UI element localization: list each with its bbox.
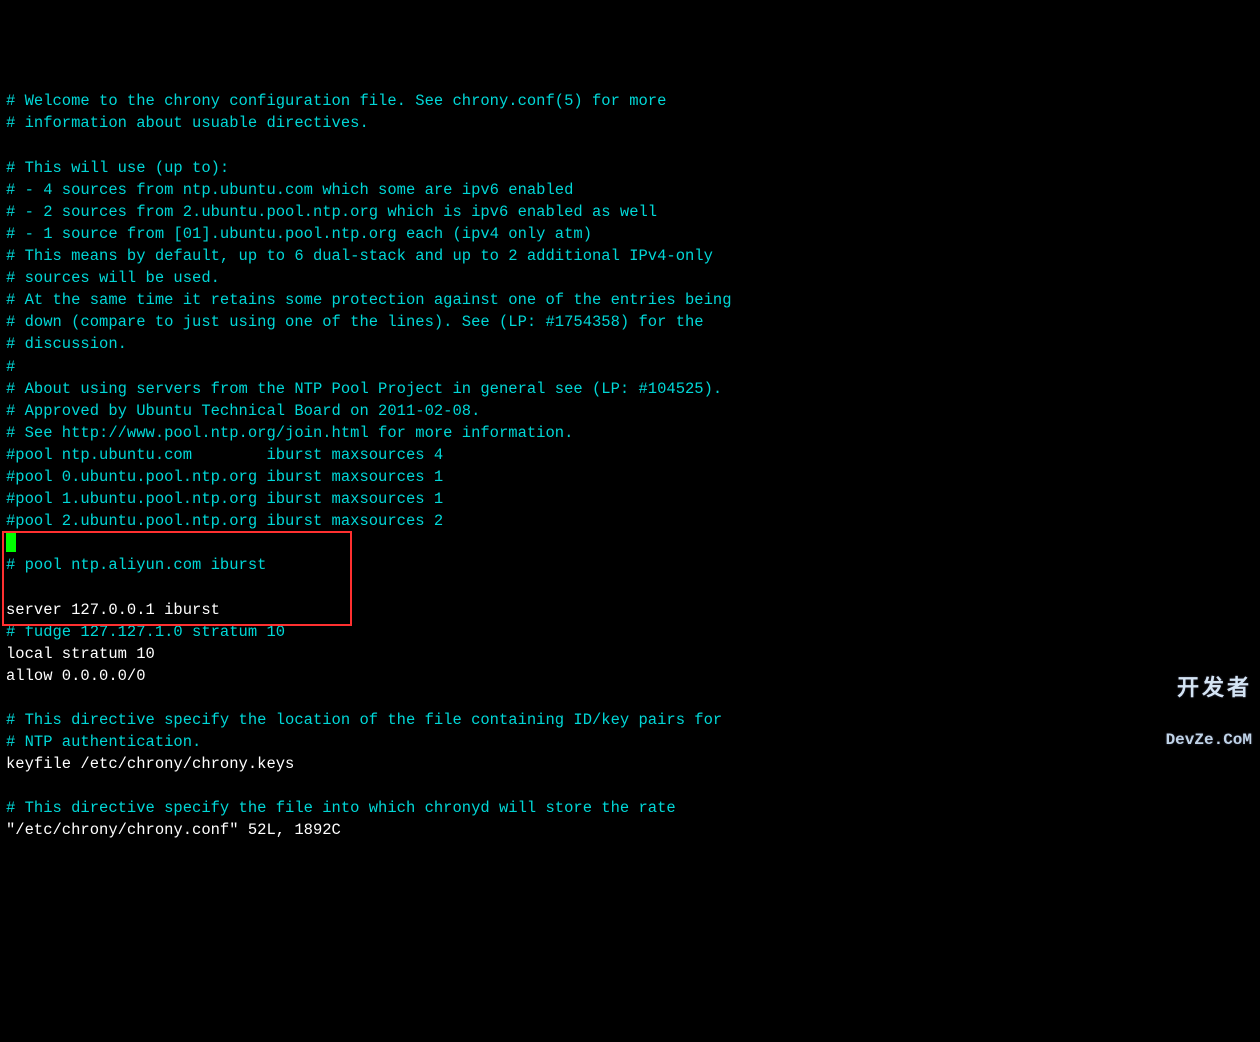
terminal-text: allow 0.0.0.0/0 xyxy=(6,667,146,685)
terminal-line: #pool 2.ubuntu.pool.ntp.org iburst maxso… xyxy=(6,510,1254,532)
terminal-line: # fudge 127.127.1.0 stratum 10 xyxy=(6,621,1254,643)
terminal-line: # sources will be used. xyxy=(6,267,1254,289)
terminal-line: # Approved by Ubuntu Technical Board on … xyxy=(6,400,1254,422)
terminal-text: # This directive specify the location of… xyxy=(6,711,722,729)
terminal-line: # xyxy=(6,356,1254,378)
terminal-text xyxy=(6,578,15,596)
terminal-line: "/etc/chrony/chrony.conf" 52L, 1892C xyxy=(6,819,1254,841)
terminal-text: # At the same time it retains some prote… xyxy=(6,291,732,309)
terminal-line: # - 1 source from [01].ubuntu.pool.ntp.o… xyxy=(6,223,1254,245)
terminal-text: # - 2 sources from 2.ubuntu.pool.ntp.org… xyxy=(6,203,657,221)
terminal-line: keyfile /etc/chrony/chrony.keys xyxy=(6,753,1254,775)
terminal-text: #pool 0.ubuntu.pool.ntp.org iburst maxso… xyxy=(6,468,443,486)
terminal-text: keyfile /etc/chrony/chrony.keys xyxy=(6,755,294,773)
terminal-text: # xyxy=(6,358,15,376)
terminal-text: # discussion. xyxy=(6,335,127,353)
terminal-text xyxy=(6,689,15,707)
terminal-text: # Welcome to the chrony configuration fi… xyxy=(6,92,666,110)
terminal-line: # At the same time it retains some prote… xyxy=(6,289,1254,311)
terminal-text: # pool ntp.aliyun.com iburst xyxy=(6,556,266,574)
terminal-text: server 127.0.0.1 iburst xyxy=(6,601,220,619)
terminal-text: # fudge 127.127.1.0 stratum 10 xyxy=(6,623,285,641)
terminal-text: # This will use (up to): xyxy=(6,159,229,177)
terminal-line: # See http://www.pool.ntp.org/join.html … xyxy=(6,422,1254,444)
terminal-line: # About using servers from the NTP Pool … xyxy=(6,378,1254,400)
terminal-line xyxy=(6,135,1254,157)
terminal-text: "/etc/chrony/chrony.conf" 52L, 1892C xyxy=(6,821,341,839)
terminal-text: # Approved by Ubuntu Technical Board on … xyxy=(6,402,480,420)
terminal-viewport[interactable]: # Welcome to the chrony configuration fi… xyxy=(0,88,1260,843)
terminal-text: # - 4 sources from ntp.ubuntu.com which … xyxy=(6,181,573,199)
terminal-line: #pool ntp.ubuntu.com iburst maxsources 4 xyxy=(6,444,1254,466)
terminal-line: # discussion. xyxy=(6,333,1254,355)
terminal-line: # pool ntp.aliyun.com iburst xyxy=(6,554,1254,576)
terminal-line xyxy=(6,576,1254,598)
terminal-text: # See http://www.pool.ntp.org/join.html … xyxy=(6,424,573,442)
terminal-text: #pool 1.ubuntu.pool.ntp.org iburst maxso… xyxy=(6,490,443,508)
terminal-text xyxy=(6,137,15,155)
terminal-line: # NTP authentication. xyxy=(6,731,1254,753)
terminal-line: #pool 1.ubuntu.pool.ntp.org iburst maxso… xyxy=(6,488,1254,510)
cursor-block xyxy=(6,532,16,552)
terminal-line: # information about usuable directives. xyxy=(6,112,1254,134)
terminal-line: # This means by default, up to 6 dual-st… xyxy=(6,245,1254,267)
terminal-text xyxy=(6,777,15,795)
terminal-text: # About using servers from the NTP Pool … xyxy=(6,380,722,398)
terminal-line: # Welcome to the chrony configuration fi… xyxy=(6,90,1254,112)
terminal-text: #pool 2.ubuntu.pool.ntp.org iburst maxso… xyxy=(6,512,443,530)
terminal-text: # sources will be used. xyxy=(6,269,220,287)
terminal-line: # - 2 sources from 2.ubuntu.pool.ntp.org… xyxy=(6,201,1254,223)
terminal-line: # down (compare to just using one of the… xyxy=(6,311,1254,333)
terminal-text: local stratum 10 xyxy=(6,645,155,663)
terminal-line xyxy=(6,532,1254,554)
terminal-line: #pool 0.ubuntu.pool.ntp.org iburst maxso… xyxy=(6,466,1254,488)
terminal-line: server 127.0.0.1 iburst xyxy=(6,599,1254,621)
terminal-line: # This directive specify the file into w… xyxy=(6,797,1254,819)
terminal-line: allow 0.0.0.0/0 xyxy=(6,665,1254,687)
terminal-text: # This directive specify the file into w… xyxy=(6,799,676,817)
terminal-line: local stratum 10 xyxy=(6,643,1254,665)
terminal-text: #pool ntp.ubuntu.com iburst maxsources 4 xyxy=(6,446,443,464)
terminal-text: # This means by default, up to 6 dual-st… xyxy=(6,247,713,265)
terminal-text: # information about usuable directives. xyxy=(6,114,369,132)
terminal-text: # NTP authentication. xyxy=(6,733,201,751)
terminal-line xyxy=(6,687,1254,709)
terminal-line xyxy=(6,775,1254,797)
terminal-line: # - 4 sources from ntp.ubuntu.com which … xyxy=(6,179,1254,201)
terminal-line: # This will use (up to): xyxy=(6,157,1254,179)
terminal-line: # This directive specify the location of… xyxy=(6,709,1254,731)
terminal-text: # down (compare to just using one of the… xyxy=(6,313,704,331)
terminal-text: # - 1 source from [01].ubuntu.pool.ntp.o… xyxy=(6,225,592,243)
